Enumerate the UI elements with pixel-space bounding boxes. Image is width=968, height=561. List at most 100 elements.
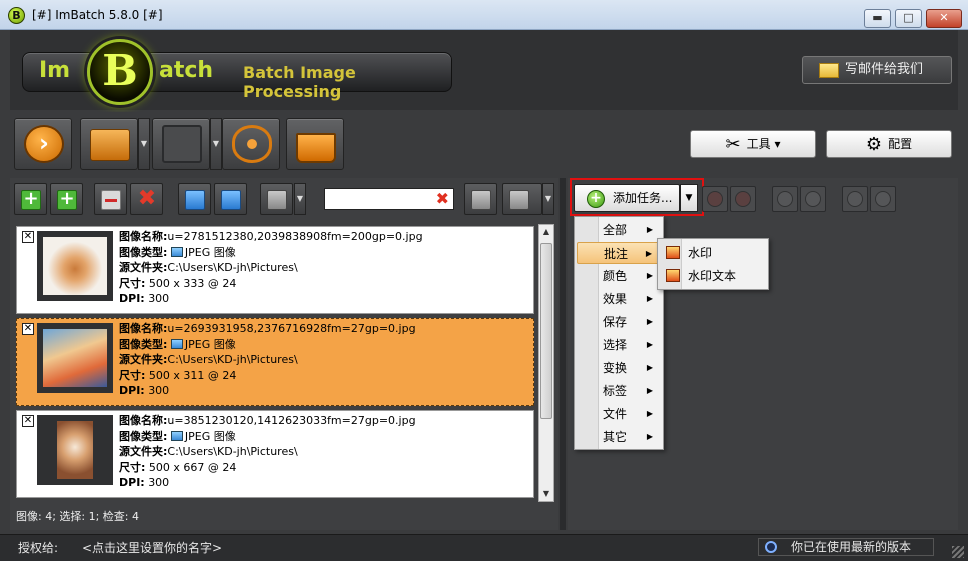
menu-item-save[interactable]: 保存 ▶ (577, 311, 661, 333)
remove-task-icon (707, 191, 723, 207)
menu-item-file[interactable]: 文件 ▶ (577, 403, 661, 425)
open-folder-dropdown[interactable]: ▼ (138, 118, 150, 170)
run-button[interactable]: › (14, 118, 72, 170)
close-button[interactable]: ✕ (926, 9, 962, 28)
image-folder: C:\Users\KD-jh\Pictures\ (167, 261, 298, 274)
filter-button[interactable] (464, 183, 497, 215)
scroll-thumb[interactable] (540, 243, 552, 419)
menu-item-other[interactable]: 其它 ▶ (577, 426, 661, 448)
menu-item-tags[interactable]: 标签 ▶ (577, 380, 661, 402)
image-name: u=2693931958,2376716928fm=27gp=0.jpg (167, 322, 416, 335)
config-button[interactable]: ⚙ 配置 (826, 130, 952, 158)
mail-us-button[interactable]: 写邮件给我们 (802, 56, 952, 84)
submenu-item-watermark-text[interactable]: 水印文本 (660, 265, 766, 287)
size-label: 尺寸: (119, 276, 146, 290)
image-dpi: 300 (148, 292, 170, 305)
menu-item-all[interactable]: 全部 ▶ (577, 219, 661, 241)
item-checkbox[interactable]: ✕ (22, 231, 34, 243)
menu-item-effects[interactable]: 效果 ▶ (577, 288, 661, 310)
menu-item-annotate[interactable]: 批注 ▶ (577, 242, 661, 264)
view-mode-dropdown[interactable]: ▼ (542, 183, 554, 215)
eye-icon (232, 125, 272, 163)
task-up-button[interactable] (842, 186, 868, 212)
add-folder-button[interactable]: + (50, 183, 83, 215)
resize-grip-icon[interactable] (952, 546, 964, 558)
size-label: 尺寸: (119, 368, 146, 382)
image-item-2[interactable]: ✕ 图像名称:u=2693931958,2376716928fm=27gp=0.… (16, 318, 534, 406)
image-list-scrollbar[interactable]: ▲ ▼ (538, 224, 554, 502)
menu-item-transform[interactable]: 变换 ▶ (577, 357, 661, 379)
save-button[interactable] (152, 118, 210, 170)
image-meta: 图像名称:u=2693931958,2376716928fm=27gp=0.jp… (119, 321, 416, 399)
image-name: u=3851230120,1412623033fm=27gp=0.jpg (167, 414, 416, 427)
menu-item-color[interactable]: 颜色 ▶ (577, 265, 661, 287)
collapse-task-button[interactable] (772, 186, 798, 212)
folder-label: 源文件夹: (119, 261, 168, 274)
scroll-up-icon[interactable]: ▲ (539, 225, 553, 239)
remove-task-button[interactable] (702, 186, 728, 212)
maximize-button[interactable]: □ (895, 9, 922, 28)
add-task-dropdown[interactable]: ▼ (680, 184, 698, 212)
menu-item-label: 变换 (603, 361, 628, 375)
search-input[interactable]: ✖ (324, 188, 454, 210)
banner: Im B atch Batch Image Processing 写邮件给我们 (10, 30, 958, 110)
submenu-item-watermark[interactable]: 水印 (660, 242, 766, 264)
move-down-icon (221, 190, 241, 210)
jpeg-file-icon (170, 338, 183, 349)
remove-icon (101, 190, 121, 210)
sort-dropdown[interactable]: ▼ (294, 183, 306, 215)
logo-ball-icon: B (87, 39, 153, 105)
task-down-icon (875, 191, 891, 207)
type-label: 图像类型: (119, 337, 168, 351)
logo-im: Im (39, 58, 71, 83)
sort-button[interactable] (260, 183, 293, 215)
save-dropdown[interactable]: ▼ (210, 118, 222, 170)
menu-item-label: 标签 (603, 384, 628, 398)
scroll-down-icon[interactable]: ▼ (539, 487, 553, 501)
open-folder-button[interactable] (80, 118, 138, 170)
view-mode-button[interactable] (502, 183, 542, 215)
chevron-down-icon: ▾ (770, 137, 781, 151)
delete-task-button[interactable] (730, 186, 756, 212)
size-label: 尺寸: (119, 460, 146, 474)
add-task-button[interactable]: + 添加任务... (574, 184, 680, 212)
task-down-button[interactable] (870, 186, 896, 212)
submenu-item-label: 水印文本 (688, 269, 737, 283)
image-item-1[interactable]: ✕ 图像名称:u=2781512380,2039838908fm=200gp=0… (16, 226, 534, 314)
chevron-right-icon: ▶ (646, 409, 653, 418)
gear-filter-icon (471, 190, 491, 210)
image-meta: 图像名称:u=3851230120,1412623033fm=27gp=0.jp… (119, 413, 416, 491)
image-dpi: 300 (148, 476, 170, 489)
task-up-icon (847, 191, 863, 207)
clear-list-button[interactable]: ✖ (130, 183, 163, 215)
image-item-3[interactable]: ✕ 图像名称:u=3851230120,1412623033fm=27gp=0.… (16, 410, 534, 498)
menu-item-select[interactable]: 选择 ▶ (577, 334, 661, 356)
version-status: 你已在使用最新的版本 (758, 538, 934, 556)
preview-button[interactable] (222, 118, 280, 170)
add-image-button[interactable]: + (14, 183, 47, 215)
status-bar: 授权给: <点击这里设置你的名字> 你已在使用最新的版本 (0, 534, 968, 561)
image-type: JPEG 图像 (184, 245, 236, 259)
move-up-button[interactable] (178, 183, 211, 215)
remove-image-button[interactable] (94, 183, 127, 215)
move-down-button[interactable] (214, 183, 247, 215)
shop-button[interactable] (286, 118, 344, 170)
image-type: JPEG 图像 (184, 429, 236, 443)
expand-task-button[interactable] (800, 186, 826, 212)
clear-search-icon[interactable]: ✖ (436, 189, 449, 209)
image-list: ✕ 图像名称:u=2781512380,2039838908fm=200gp=0… (16, 224, 536, 502)
license-name-link[interactable]: <点击这里设置你的名字> (82, 539, 222, 556)
image-list-panel: + + ✖ ▼ ✖ ▼ ✕ 图像名称:u=2781512380,20398389… (10, 178, 558, 530)
minimize-button[interactable]: ▬ (864, 9, 891, 28)
item-checkbox[interactable]: ✕ (22, 415, 34, 427)
thumbnail (37, 415, 113, 485)
item-checkbox[interactable]: ✕ (22, 323, 34, 335)
envelope-icon (819, 63, 839, 78)
tools-button[interactable]: ✂ 工具 ▾ (690, 130, 816, 158)
panel-splitter[interactable] (560, 178, 566, 530)
move-up-icon (185, 190, 205, 210)
config-label: 配置 (888, 137, 913, 151)
logo-b: B (102, 46, 138, 95)
logo: Im B atch Batch Image Processing (22, 39, 452, 105)
menu-item-label: 文件 (603, 407, 628, 421)
